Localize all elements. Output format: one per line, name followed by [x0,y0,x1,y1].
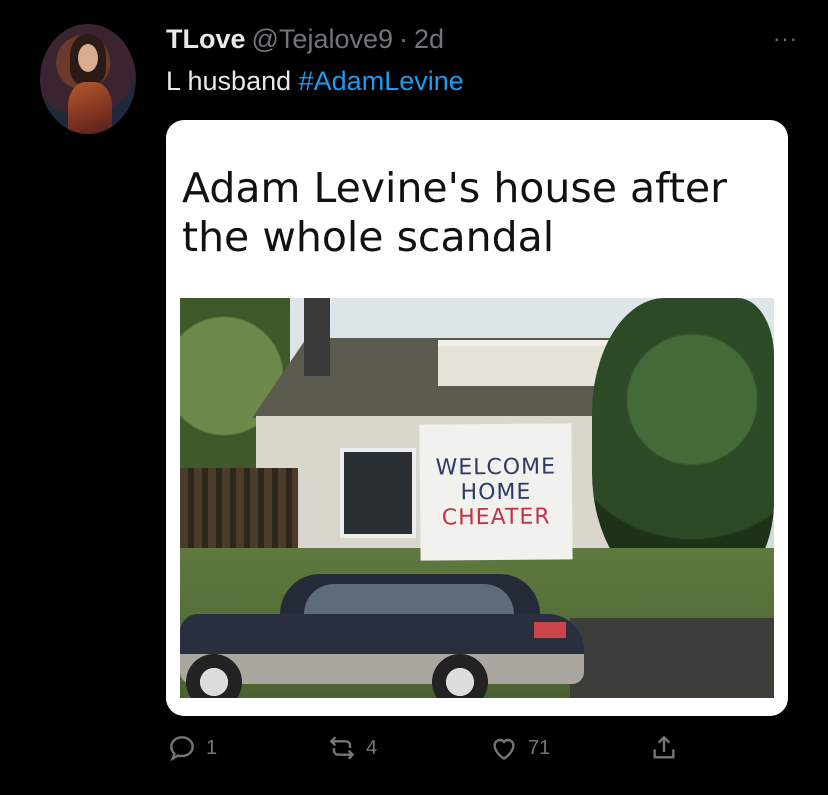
reply-icon [170,736,194,762]
car-taillight [534,622,566,638]
photo-chimney [304,298,330,376]
action-bar: 1 4 71 [166,732,706,772]
welcome-banner: WELCOME HOME CHEATER [419,423,573,561]
share-button[interactable] [648,732,680,764]
like-count: 71 [528,736,551,759]
house-photo: WELCOME HOME CHEATER [180,298,774,698]
retweet-count: 4 [366,736,378,759]
photo-car [180,570,584,698]
caption-line-2: the whole scandal [182,213,555,261]
car-windows [304,584,514,616]
reply-count: 1 [206,736,218,759]
photo-fence [180,468,298,558]
photo-door-window [340,448,416,538]
tweet-text: L husband #AdamLevine [166,66,464,97]
photo-tree-right [592,298,774,588]
avatar-face [78,44,98,72]
tweet-time[interactable]: 2d [414,24,444,55]
separator-dot: · [399,24,409,54]
share-icon [653,735,675,759]
reply-button[interactable]: 1 [166,732,217,764]
tweet-header: TLove @Tejalove9 · 2d [166,24,444,55]
author-name[interactable]: TLove [166,24,246,55]
avatar[interactable] [40,24,136,134]
banner-line-3: CHEATER [441,504,551,530]
more-icon[interactable]: ··· [773,26,798,52]
retweet-button[interactable]: 4 [326,732,377,764]
media-card[interactable]: Adam Levine's house after the whole scan… [166,120,788,716]
author-handle[interactable]: @Tejalove9 [252,24,394,55]
avatar-figure [68,82,112,134]
retweet-icon [329,736,355,760]
heart-icon [493,738,515,761]
hashtag-link[interactable]: #AdamLevine [299,66,464,96]
meme-caption: Adam Levine's house after the whole scan… [182,164,772,262]
caption-line-1: Adam Levine's house after [182,164,727,212]
banner-line-2: HOME [460,479,532,505]
photo-stone-wall [570,618,774,698]
banner-line-1: WELCOME [435,453,557,481]
like-button[interactable]: 71 [488,732,550,764]
tweet-text-prefix: L husband [166,66,292,96]
